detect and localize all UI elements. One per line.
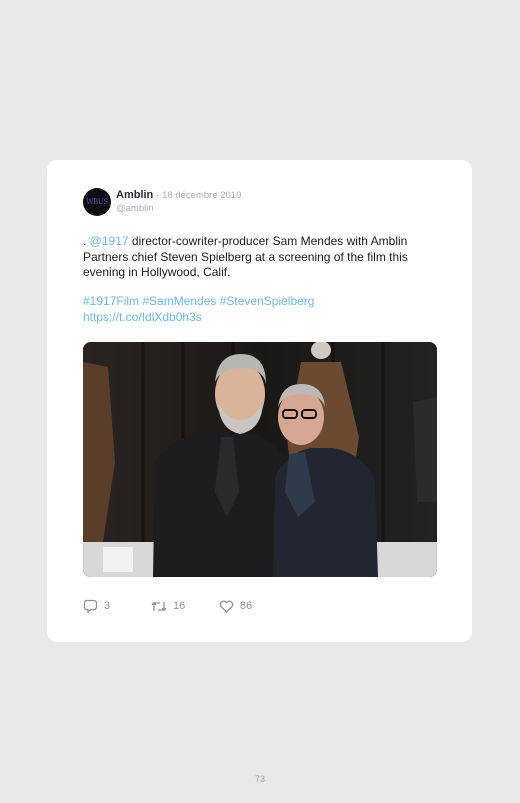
retweet-icon xyxy=(151,600,167,612)
tweet-card: WBUS Amblin · 18 décembre 2019 @amblin .… xyxy=(47,160,472,642)
avatar[interactable]: WBUS xyxy=(83,188,111,216)
text-body: director-cowriter-producer Sam Mendes wi… xyxy=(83,234,408,279)
like-action[interactable]: 86 xyxy=(219,599,253,613)
heart-icon xyxy=(219,599,234,613)
photo-illustration xyxy=(83,342,437,577)
reply-icon xyxy=(83,599,98,613)
like-count: 86 xyxy=(240,600,253,612)
reply-action[interactable]: 3 xyxy=(83,599,151,613)
tweet-photo[interactable] xyxy=(83,342,437,577)
hashtags[interactable]: #1917Film #SamMendes #StevenSpielberg xyxy=(83,294,314,310)
mention-link[interactable]: @1917 xyxy=(90,234,129,248)
text-prefix: . xyxy=(83,234,90,248)
author-line: Amblin · 18 décembre 2019 xyxy=(116,189,241,201)
page-number: 73 xyxy=(254,774,265,784)
tweet-actions: 3 16 86 xyxy=(83,598,252,614)
tweet-url[interactable]: https://t.co/IdlXdb0h3s xyxy=(83,310,314,326)
retweet-count: 16 xyxy=(173,600,186,612)
reply-count: 3 xyxy=(104,600,111,612)
author-name[interactable]: Amblin xyxy=(116,189,153,201)
tweet-links: #1917Film #SamMendes #StevenSpielberg ht… xyxy=(83,294,314,325)
retweet-action[interactable]: 16 xyxy=(151,600,219,613)
tweet-text: . @1917 director-cowriter-producer Sam M… xyxy=(83,234,438,281)
avatar-logo-text: WBUS xyxy=(86,197,108,206)
author-handle[interactable]: @amblin xyxy=(116,203,154,214)
tweet-date: · 18 décembre 2019 xyxy=(156,190,242,201)
